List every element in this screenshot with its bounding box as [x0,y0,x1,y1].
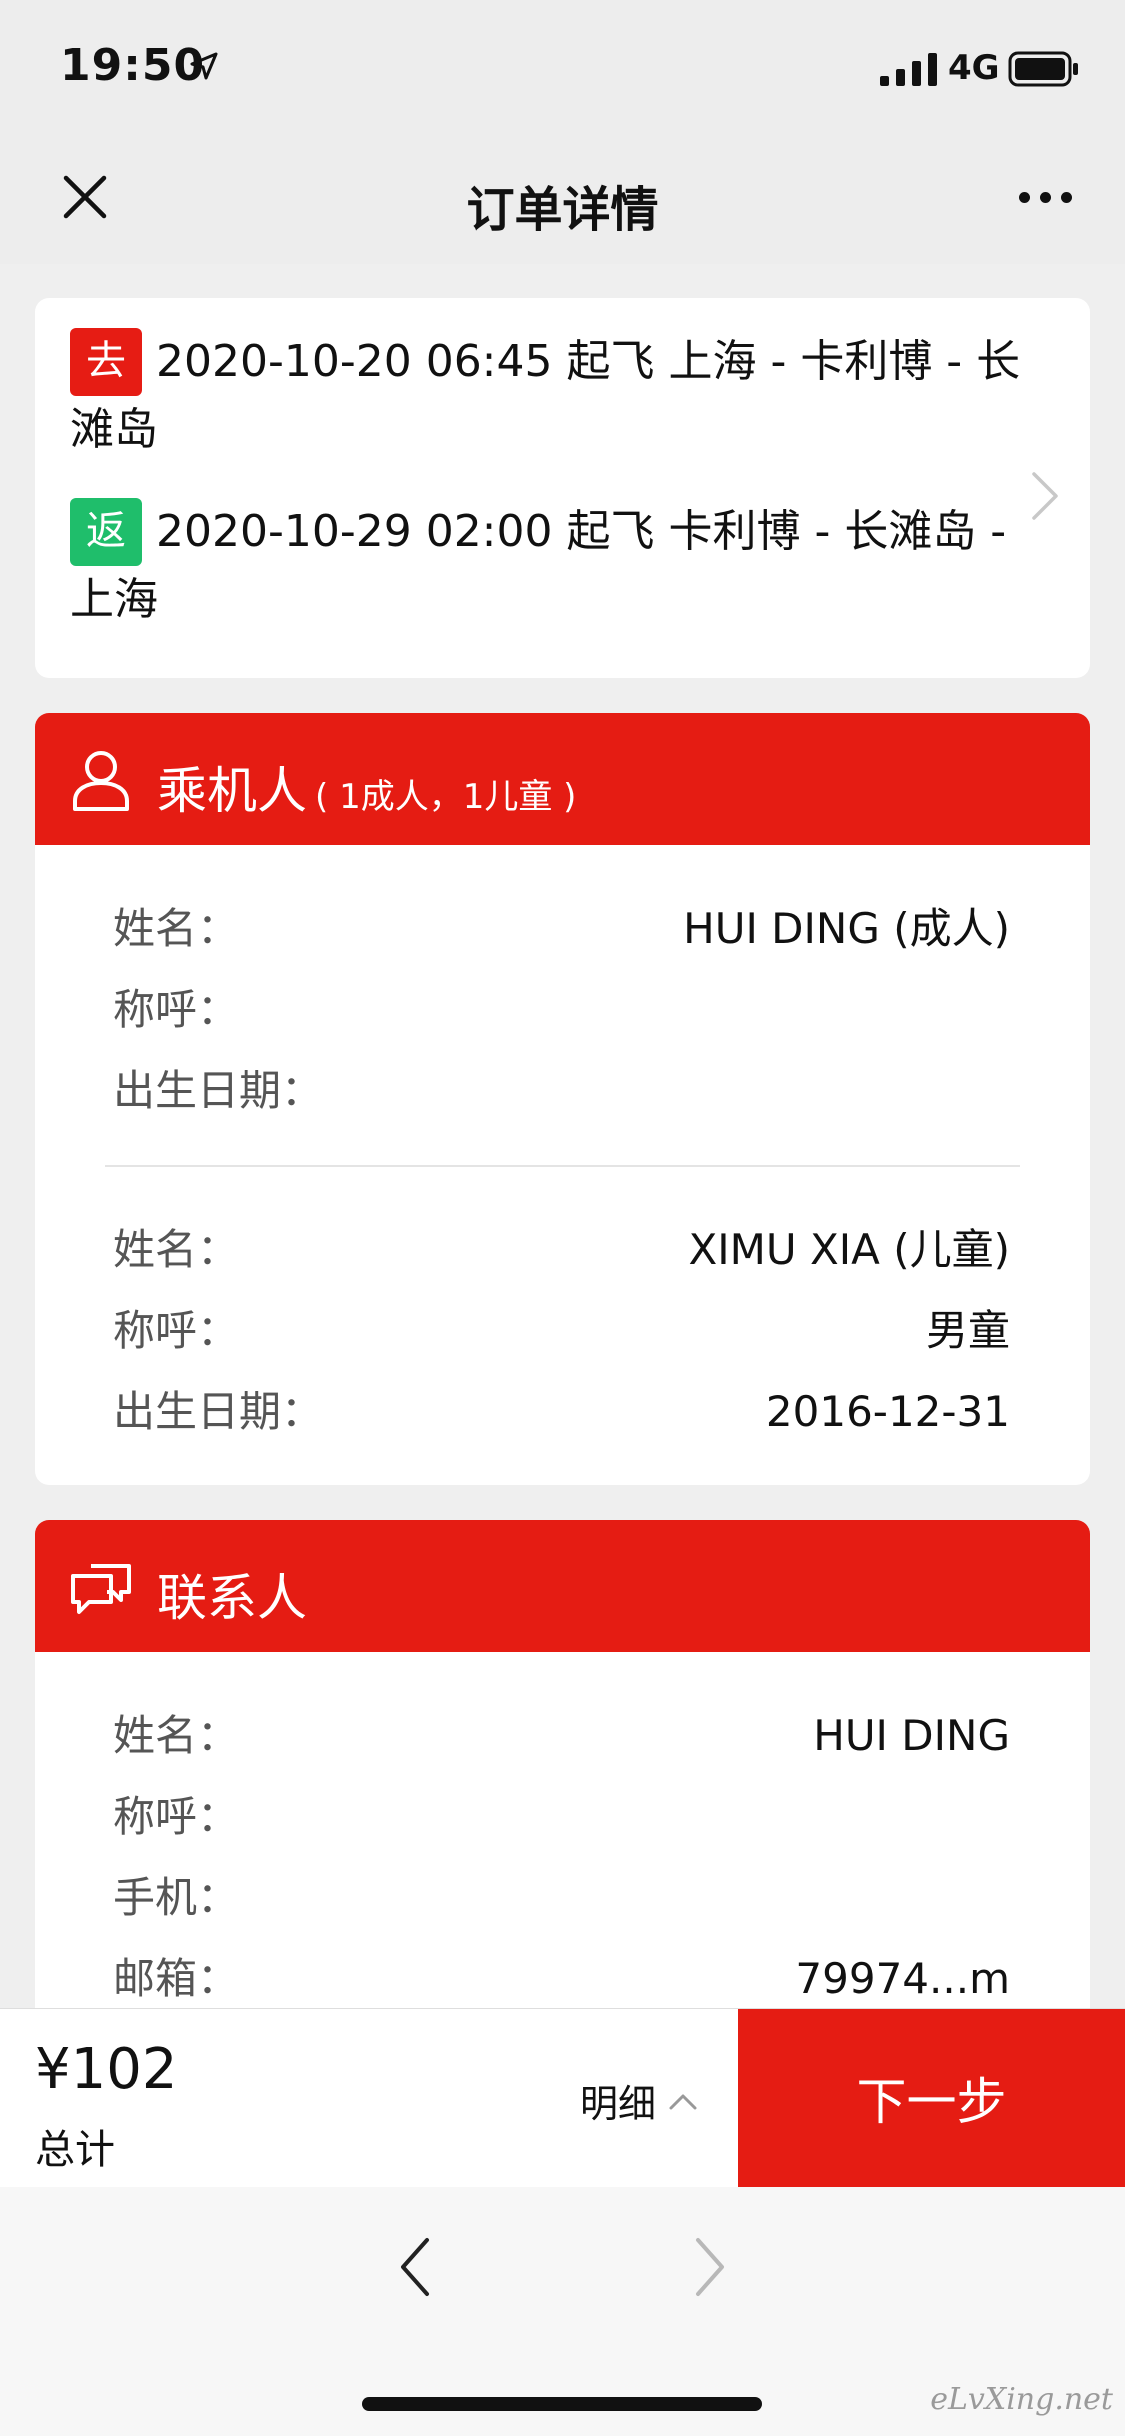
contact-email-row: 邮箱： 79974...m [113,1947,1010,2011]
status-time: 19:50 [60,40,206,91]
detail-label: 明细 [580,2082,657,2126]
chat-bubble-icon [71,1564,131,1614]
more-dot-icon [1018,191,1030,203]
field-label: 姓名： [113,904,240,953]
return-flight: 返 2020-10-29 02:00 起飞 卡利博 - 长滩岛 - 上海 [70,498,1030,634]
passenger-birthdate-row: 出生日期： 2016-12-31 [113,1380,1010,1444]
passenger-name: HUI DING (成人) [683,904,1010,953]
cellular-signal-icon [880,53,937,86]
total-label: 总计 [35,2127,115,2173]
contact-header: 联系人 [35,1520,1090,1652]
watermark: eLvXing.net [930,2382,1113,2417]
passengers-header: 乘机人( 1成人，1儿童 ) [35,713,1090,845]
next-step-button[interactable]: 下一步 [738,2009,1125,2187]
outbound-flight: 去 2020-10-20 06:45 起飞 上海 - 卡利博 - 长滩岛 [70,328,1030,464]
passenger-salutation-row: 称呼： 男童 [113,1299,1010,1363]
divider [105,1165,1020,1167]
browser-toolbar: eLvXing.net [0,2187,1125,2436]
contact-name-row: 姓名： HUI DING [113,1704,1010,1768]
total-price: ¥102 [35,2037,178,2102]
field-label: 出生日期： [113,1066,324,1115]
passenger-name-row: 姓名： HUI DING (成人) [113,897,1010,961]
field-label: 手机： [113,1873,240,1922]
chevron-up-icon [669,2094,697,2109]
return-flight-text: 2020-10-29 02:00 起飞 卡利博 - 长滩岛 - 上海 [70,506,1007,625]
contact-details: 姓名： HUI DING 称呼： 手机： 邮箱： 79974...m [35,1652,1090,2008]
price-detail-toggle[interactable]: 明细 [580,2073,698,2128]
forward-arrow-icon[interactable] [690,2232,730,2302]
outbound-flight-text: 2020-10-20 06:45 起飞 上海 - 卡利博 - 长滩岛 [70,336,1021,455]
more-dot-icon [1060,191,1072,203]
passengers-count: ( 1成人，1儿童 ) [315,777,577,817]
field-label: 邮箱： [113,1954,240,2003]
passenger-birthdate: 2016-12-31 [765,1387,1010,1436]
field-label: 出生日期： [113,1387,324,1436]
passenger-birthdate-row: 出生日期： [113,1059,1010,1123]
field-label: 称呼： [113,1306,240,1355]
person-icon [73,751,129,811]
outbound-badge: 去 [70,328,142,396]
flight-summary-card[interactable]: 去 2020-10-20 06:45 起飞 上海 - 卡利博 - 长滩岛 返 202… [35,298,1090,678]
field-label: 称呼： [113,985,240,1034]
contact-name: HUI DING [813,1711,1010,1760]
next-step-label: 下一步 [856,2073,1007,2131]
more-dot-icon [1039,191,1051,203]
return-badge: 返 [70,498,142,566]
battery-icon [1008,51,1078,87]
contact-title: 联系人 [157,1569,307,1627]
contact-phone-row: 手机： [113,1866,1010,1930]
passengers-title: 乘机人 [157,762,307,820]
passenger-name-row: 姓名： XIMU XIA (儿童) [113,1218,1010,1282]
location-arrow-icon [190,52,218,80]
network-type: 4G [948,48,1000,88]
back-arrow-icon[interactable] [395,2232,435,2302]
field-label: 姓名： [113,1711,240,1760]
order-action-bar: ¥102 总计 明细 下一步 [0,2008,1125,2187]
contact-salutation-row: 称呼： [113,1785,1010,1849]
passenger-name: XIMU XIA (儿童) [688,1225,1010,1274]
nav-bar: 订单详情 [0,132,1125,264]
field-label: 姓名： [113,1225,240,1274]
passenger-salutation: 男童 [925,1306,1010,1355]
status-bar: 19:50 4G [0,0,1125,132]
home-indicator[interactable] [362,2397,762,2411]
field-label: 称呼： [113,1792,240,1841]
contact-email: 79974...m [795,1954,1010,2003]
chevron-right-icon[interactable] [1030,470,1060,522]
page-title: 订单详情 [466,182,659,238]
more-options-button[interactable] [1000,172,1090,222]
passenger-salutation-row: 称呼： [113,978,1010,1042]
passengers-list: 姓名： HUI DING (成人) 称呼： 出生日期： 姓名： XIMU XIA… [35,845,1090,1485]
